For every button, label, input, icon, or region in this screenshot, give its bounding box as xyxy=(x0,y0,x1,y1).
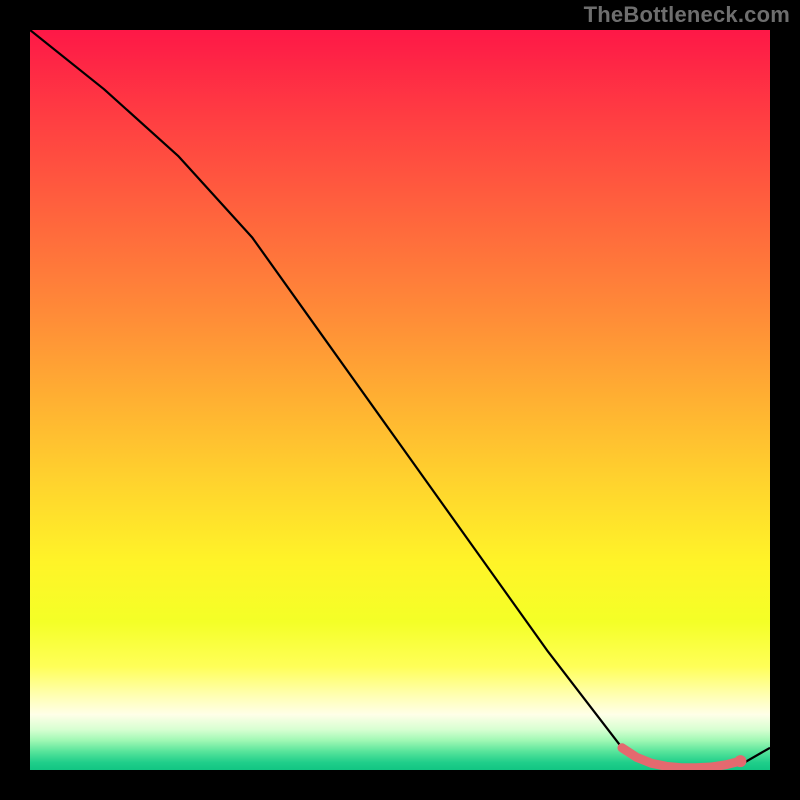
chart-frame: TheBottleneck.com xyxy=(0,0,800,800)
chart-background xyxy=(30,30,770,770)
watermark-label: TheBottleneck.com xyxy=(584,2,790,28)
plot-area xyxy=(30,30,770,770)
